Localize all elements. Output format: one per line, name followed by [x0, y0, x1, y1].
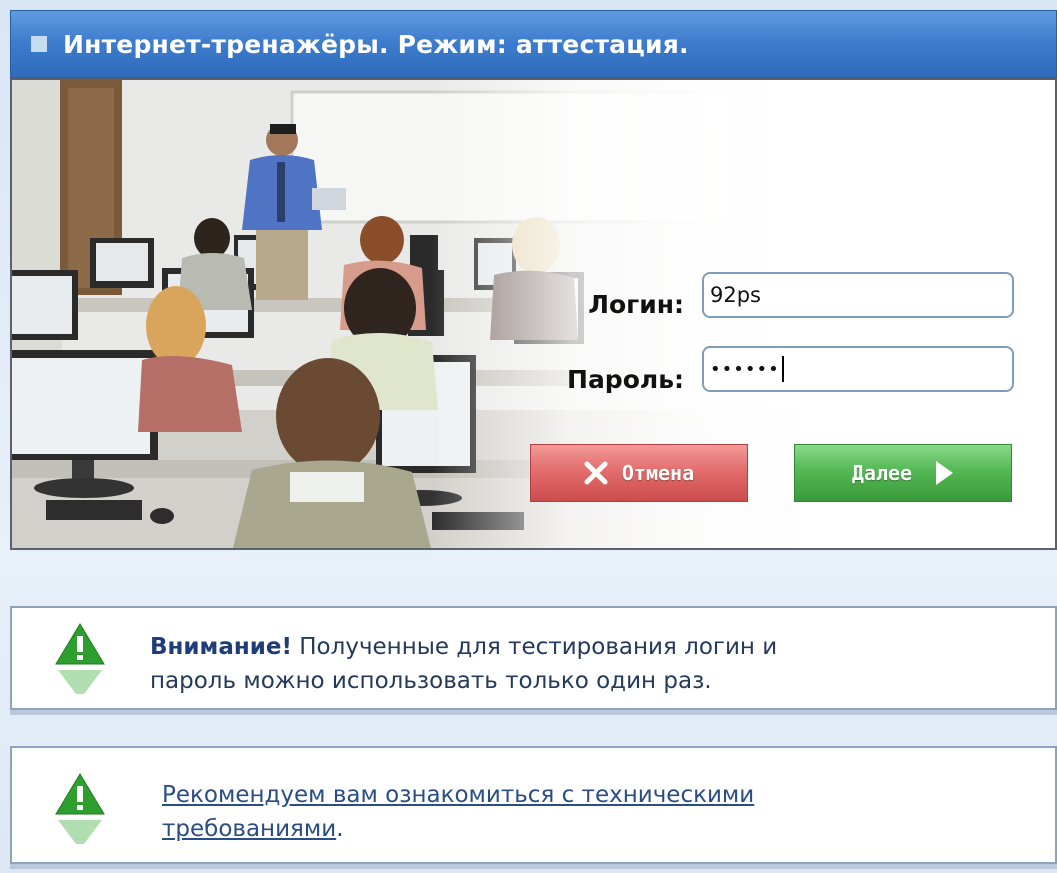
close-x-icon	[584, 461, 608, 485]
next-button-label: Далее	[851, 461, 913, 485]
text-caret	[781, 356, 784, 382]
square-icon	[31, 36, 47, 52]
login-label: Логин:	[588, 290, 684, 319]
title-bar: Интернет-тренажёры. Режим: аттестация.	[10, 10, 1057, 78]
play-arrow-icon	[936, 461, 954, 485]
requirements-link-line1[interactable]: Рекомендуем вам ознакомиться с техническ…	[162, 782, 754, 808]
cancel-button-label: Отмена	[621, 461, 695, 485]
warning-text: Внимание! Полученные для тестирования ло…	[150, 630, 777, 698]
login-input-value: 92ps	[710, 283, 761, 307]
next-button[interactable]: Далее	[794, 444, 1012, 502]
requirements-link-line2[interactable]: требованиями	[162, 816, 336, 842]
login-input[interactable]: 92ps	[702, 272, 1014, 318]
password-label: Пароль:	[567, 365, 684, 394]
warning-line2: пароль можно использовать только один ра…	[150, 668, 712, 694]
requirements-tail: .	[336, 816, 344, 842]
login-panel: Логин: 92ps Пароль: •••••• Отмена Далее	[10, 78, 1057, 550]
requirements-notice: Рекомендуем вам ознакомиться с техническ…	[10, 746, 1057, 864]
warning-bold: Внимание!	[150, 634, 292, 660]
warning-triangle-icon	[55, 773, 105, 844]
warning-line1: Полученные для тестирования логин и	[291, 634, 778, 660]
warning-notice: Внимание! Полученные для тестирования ло…	[10, 606, 1057, 710]
password-input-value: ••••••	[710, 358, 780, 380]
cancel-button[interactable]: Отмена	[530, 444, 748, 502]
requirements-text: Рекомендуем вам ознакомиться с техническ…	[162, 778, 754, 846]
password-input[interactable]: ••••••	[702, 346, 1014, 392]
page-title: Интернет-тренажёры. Режим: аттестация.	[63, 29, 689, 59]
warning-triangle-icon	[55, 623, 105, 694]
